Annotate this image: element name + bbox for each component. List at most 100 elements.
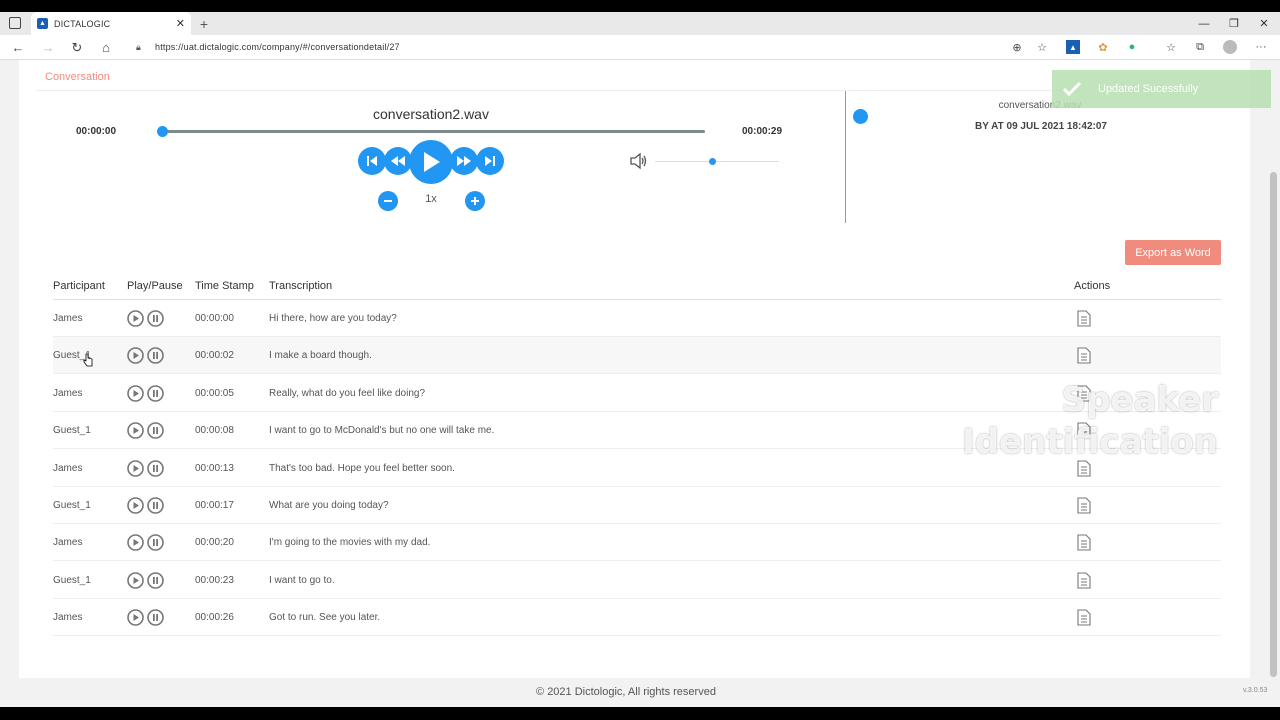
document-icon[interactable] (1077, 572, 1091, 589)
row-play-icon[interactable] (127, 422, 144, 439)
grammarly-icon[interactable]: ● (1125, 40, 1139, 54)
play-button[interactable] (409, 140, 453, 184)
participant-name[interactable]: Guest_1 (53, 575, 91, 586)
skip-start-button[interactable] (358, 147, 386, 175)
row-transcription[interactable]: I'm going to the movies with my dad. (269, 537, 430, 548)
volume-icon[interactable] (629, 152, 649, 170)
row-pause-icon[interactable] (147, 384, 164, 402)
profile-avatar[interactable] (1223, 40, 1237, 54)
row-play-icon[interactable] (127, 497, 144, 514)
table-row: Guest_1 00:00:02 I make a board though. (53, 337, 1221, 375)
row-pause-icon[interactable] (147, 459, 164, 477)
url-field[interactable]: https://uat.dictalogic.com/company/#/con… (155, 35, 400, 60)
row-pause-icon[interactable] (147, 534, 164, 552)
forward-button[interactable]: → (38, 35, 58, 60)
seek-bar[interactable] (163, 130, 705, 133)
row-pause-icon[interactable] (147, 497, 164, 514)
participant-name[interactable]: James (53, 313, 82, 324)
row-timestamp: 00:00:05 (195, 387, 234, 399)
document-icon[interactable] (1077, 497, 1091, 514)
toast-message: Updated Sucessfully (1098, 83, 1199, 95)
player-filename: conversation2.wav (373, 106, 489, 122)
row-play-icon[interactable] (127, 310, 144, 327)
minimize-button[interactable]: — (1191, 12, 1217, 35)
row-pause-icon[interactable] (147, 310, 164, 327)
favorites-icon[interactable]: ☆ (1164, 40, 1178, 54)
participant-name[interactable]: James (53, 537, 82, 548)
row-timestamp: 00:00:26 (195, 612, 234, 624)
volume-handle[interactable] (709, 158, 717, 165)
participant-name[interactable]: James (53, 388, 82, 399)
extension-icon[interactable]: ▲ (1066, 40, 1080, 54)
address-bar: ← → ↻ ⌂ 🔒︎ https://uat.dictalogic.com/co… (0, 35, 1280, 60)
refresh-button[interactable]: ↻ (67, 35, 87, 60)
success-toast[interactable]: Updated Sucessfully (1052, 70, 1271, 108)
watermark-line-2: Identification (962, 422, 1218, 462)
row-play-icon[interactable] (127, 609, 144, 626)
row-play-icon[interactable] (127, 571, 144, 589)
vertical-divider (845, 91, 846, 223)
audio-button-icon[interactable] (853, 109, 868, 124)
document-icon[interactable] (1077, 609, 1091, 626)
page-body: Conversation conversation2.wav 00:00:00 … (0, 60, 1280, 707)
row-transcription[interactable]: What are you doing today? (269, 500, 389, 511)
participant-name[interactable]: Guest_1 (53, 500, 91, 511)
rewind-button[interactable] (384, 147, 412, 175)
row-transcription[interactable]: I make a board though. (269, 350, 372, 361)
header-playpause: Play/Pause (127, 280, 183, 292)
scrollbar-thumb[interactable] (1270, 172, 1277, 677)
fast-forward-button[interactable] (450, 147, 478, 175)
new-tab-button[interactable]: + (196, 12, 212, 35)
back-button[interactable]: ← (8, 35, 28, 60)
collections-icon[interactable]: ⧉ (1193, 40, 1207, 54)
more-menu-icon[interactable]: ··· (1254, 40, 1268, 54)
browser-tab[interactable]: ▲ DICTALOGIC ✕ (31, 12, 191, 35)
participant-name[interactable]: James (53, 463, 82, 474)
row-transcription[interactable]: Really, what do you feel like doing? (269, 388, 425, 399)
table-row: Guest_1 00:00:17 What are you doing today? (53, 487, 1221, 524)
extension-cookie-icon[interactable]: ✿ (1096, 40, 1110, 54)
speed-increase-button[interactable] (465, 191, 485, 211)
row-timestamp: 00:00:02 (195, 350, 234, 362)
export-word-button[interactable]: Export as Word (1125, 240, 1221, 265)
meta-created-by: BY AT 09 JUL 2021 18:42:07 (975, 121, 1107, 132)
row-transcription[interactable]: Got to run. See you later. (269, 612, 380, 623)
row-play-icon[interactable] (127, 459, 144, 477)
participant-name[interactable]: Guest_1 (53, 425, 91, 436)
document-icon[interactable] (1077, 310, 1091, 327)
row-pause-icon[interactable] (147, 571, 164, 589)
row-play-icon[interactable] (127, 347, 144, 365)
restore-button[interactable]: ❐ (1221, 12, 1247, 35)
favorite-star-icon[interactable]: ☆ (1035, 40, 1049, 54)
table-row: James 00:00:00 Hi there, how are you today… (53, 300, 1221, 337)
document-icon[interactable] (1077, 534, 1091, 551)
document-icon[interactable] (1077, 347, 1091, 364)
speed-decrease-button[interactable] (378, 191, 398, 211)
fast-forward-icon (457, 156, 471, 166)
current-time: 00:00:00 (76, 126, 117, 137)
row-play-icon[interactable] (127, 534, 144, 552)
row-timestamp: 00:00:00 (195, 313, 234, 324)
screen-bottom-border (0, 707, 1280, 720)
breadcrumb[interactable]: Conversation (45, 71, 110, 83)
seek-handle[interactable] (157, 126, 168, 137)
row-transcription[interactable]: Hi there, how are you today? (269, 313, 397, 324)
row-transcription[interactable]: I want to go to. (269, 575, 335, 586)
row-transcription[interactable]: That's too bad. Hope you feel better soo… (269, 463, 455, 474)
zoom-icon[interactable]: ⊕ (1010, 40, 1024, 54)
close-tab-icon[interactable]: ✕ (176, 17, 185, 30)
row-transcription[interactable]: I want to go to McDonald's but no one wi… (269, 425, 494, 436)
close-window-button[interactable]: ✕ (1251, 12, 1277, 35)
row-pause-icon[interactable] (147, 347, 164, 365)
skip-end-button[interactable] (476, 147, 504, 175)
tab-actions-icon[interactable] (9, 17, 21, 29)
rewind-icon (391, 156, 405, 166)
row-pause-icon[interactable] (147, 422, 164, 439)
lock-icon[interactable]: 🔒︎ (136, 42, 145, 52)
home-button[interactable]: ⌂ (96, 35, 116, 60)
row-pause-icon[interactable] (147, 609, 164, 626)
row-play-icon[interactable] (127, 384, 144, 402)
volume-slider[interactable] (655, 161, 779, 162)
dictalogic-favicon-icon: ▲ (37, 18, 48, 29)
participant-name[interactable]: James (53, 612, 82, 623)
